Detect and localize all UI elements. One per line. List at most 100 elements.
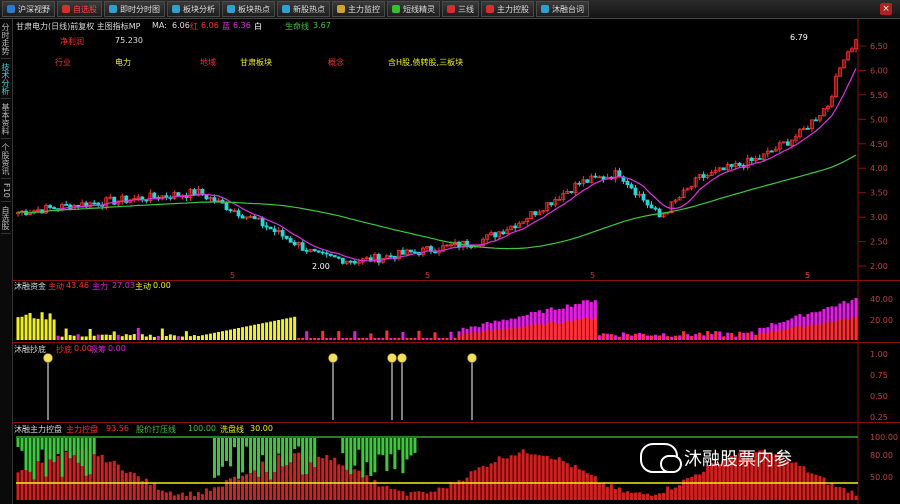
- panel2-bar: [321, 330, 325, 340]
- region-label: 地域: [200, 58, 216, 67]
- panel4-bar: [794, 462, 798, 500]
- panel4-bar: [397, 490, 401, 500]
- panel2-bar: [670, 336, 674, 340]
- blue-label: 蓝: [222, 22, 230, 31]
- candle-body: [413, 251, 417, 254]
- candle-body: [288, 238, 293, 243]
- panel4-bar: [425, 493, 429, 500]
- panel4-bar: [20, 470, 24, 500]
- panel4-bar: [405, 495, 409, 500]
- panel4-bar-green: [341, 438, 345, 454]
- y-tick-label: 4.50: [870, 140, 888, 149]
- panel4-bar: [108, 461, 112, 500]
- panel3-b-label: 吸筹: [90, 345, 106, 354]
- panel2-bar-inner: [818, 324, 822, 340]
- panel4-bar: [176, 494, 180, 500]
- y-tick-label: 2.50: [870, 238, 888, 247]
- panel4-bar: [208, 490, 212, 500]
- panel2-bar: [28, 313, 32, 340]
- panel2-bar: [168, 334, 172, 340]
- panel2-b-value: 27.03: [112, 281, 135, 290]
- panel4-bar: [854, 495, 858, 500]
- panel4-bar-green: [76, 438, 80, 463]
- panel4-bar: [140, 481, 144, 500]
- panel2-title: 沐融资金: [14, 282, 46, 291]
- panel2-bar: [64, 328, 68, 340]
- panel2-bar-inner: [481, 330, 485, 340]
- panel4-bar: [156, 489, 160, 500]
- panel4-bar: [377, 486, 381, 500]
- panel4-bar: [196, 492, 200, 500]
- panel2-bar-inner: [838, 319, 842, 340]
- panel2-bar: [601, 333, 605, 340]
- panel2-bar: [245, 326, 249, 340]
- panel2-bar: [710, 334, 714, 340]
- panel4-bar: [56, 455, 60, 500]
- candle-body: [649, 204, 654, 209]
- panel4-bar: [148, 485, 152, 500]
- panel2-bar-inner: [589, 319, 593, 340]
- panel4-bar: [609, 484, 613, 500]
- panel2-bar: [241, 327, 245, 340]
- panel2-bar-inner: [585, 318, 589, 340]
- panel2-bar: [285, 318, 289, 340]
- panel4-bar: [233, 476, 237, 500]
- panel4-bar: [541, 455, 545, 500]
- panel2-bar-inner: [533, 324, 537, 340]
- panel2-bar: [325, 338, 329, 340]
- panel4-bar-green: [389, 438, 393, 455]
- panel3-title: 沐融抄底: [14, 345, 46, 354]
- candle-body: [144, 199, 149, 202]
- candle-body: [352, 260, 357, 264]
- panel2-bar-inner: [465, 333, 469, 340]
- panel4-bar: [449, 481, 453, 500]
- panel4-bar: [325, 455, 329, 500]
- panel2-bar: [377, 338, 381, 340]
- panel2-bar: [353, 331, 357, 340]
- x-tick-label: 5: [590, 271, 595, 280]
- candle-body: [625, 180, 630, 186]
- panel4-bar: [830, 482, 834, 500]
- panel4-bar-green: [385, 438, 389, 471]
- panel4-bar-green: [405, 438, 409, 460]
- panel4-bar: [625, 491, 629, 500]
- panel2-c-value: 0.00: [153, 281, 171, 290]
- panel4-bar-green: [377, 438, 381, 455]
- x-tick-label: 5: [425, 271, 430, 280]
- panel2-bar: [56, 335, 60, 340]
- panel2-bar: [176, 336, 180, 340]
- panel2-bar-inner: [501, 328, 505, 340]
- panel2-bar: [36, 318, 40, 340]
- panel2-bar-inner: [854, 316, 858, 340]
- white-label: 白: [254, 22, 262, 31]
- x-tick-label: 5: [230, 271, 235, 280]
- panel4-bar: [814, 474, 818, 500]
- candle-body: [48, 205, 52, 208]
- panel2-bar: [76, 334, 80, 340]
- panel4-bar: [601, 482, 605, 500]
- y-tick-label: 6.50: [870, 42, 888, 51]
- panel2-bar: [401, 331, 405, 340]
- panel2-bar-inner: [778, 330, 782, 340]
- panel2-bar: [140, 334, 144, 340]
- panel2-bar-inner: [842, 318, 846, 340]
- panel2-bar: [597, 335, 601, 340]
- panel2-bar-inner: [517, 327, 521, 340]
- panel2-bar-inner: [830, 321, 834, 340]
- panel4-bar: [654, 494, 658, 500]
- panel2-bar: [68, 335, 72, 340]
- panel2-bar-inner: [573, 320, 577, 340]
- panel2-bar-inner: [461, 333, 465, 340]
- panel4-bar-green: [216, 438, 220, 476]
- y-tick-label: 20.00: [870, 316, 893, 325]
- panel2-bar: [654, 334, 658, 340]
- panel2-bar-inner: [846, 319, 850, 340]
- candle-body: [814, 119, 818, 122]
- panel2-bar: [208, 333, 212, 340]
- panel2-bar: [429, 338, 433, 340]
- candle-body: [757, 158, 762, 160]
- panel4-bar: [124, 473, 128, 500]
- panel2-bar: [60, 336, 64, 340]
- panel2-bar: [172, 335, 176, 340]
- watermark: 沐融股票内参: [640, 443, 792, 473]
